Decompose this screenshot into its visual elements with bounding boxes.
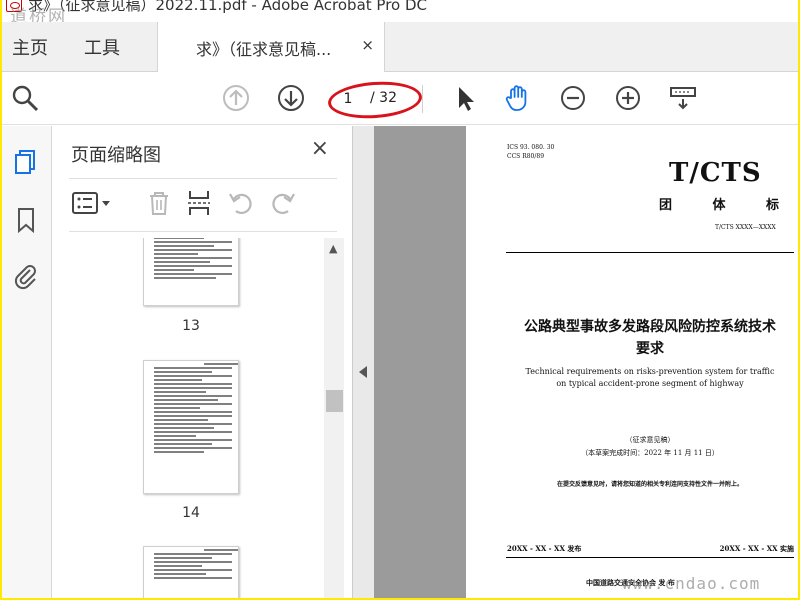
panel-divider-top bbox=[69, 178, 337, 179]
thumbnail-page-14[interactable] bbox=[143, 360, 239, 494]
thumbnail-page-number: 13 bbox=[182, 318, 200, 334]
acrobat-window: 求》（征求意见稿）2022.11.pdf - Adobe Acrobat Pro… bbox=[2, 0, 798, 598]
page-thumbnails-icon[interactable] bbox=[12, 148, 40, 176]
document-tab-label: 求》（征求意见稿... bbox=[196, 40, 332, 59]
watermark-url: www.cndao.com bbox=[622, 574, 761, 593]
hand-icon[interactable] bbox=[503, 83, 533, 113]
standard-type: 团 体 标 准 bbox=[659, 198, 798, 213]
title-bar: 求》（征求意见稿）2022.11.pdf - Adobe Acrobat Pro… bbox=[2, 0, 798, 22]
document-title-cn: 公路典型事故多发路段风险防控系统技术 要求 bbox=[524, 319, 776, 357]
prev-page-icon[interactable] bbox=[221, 83, 251, 113]
tab-bar: 主页 工具 求》（征求意见稿... × bbox=[2, 22, 798, 72]
scroll-up-arrow-icon[interactable]: ▲ bbox=[329, 242, 337, 255]
publish-date: 20XX - XX - XX 发布 bbox=[507, 544, 582, 553]
close-tab-button[interactable]: × bbox=[361, 36, 374, 54]
tab-tools[interactable]: 工具 bbox=[84, 34, 120, 60]
bookmark-icon[interactable] bbox=[12, 206, 40, 234]
patent-notice: 在提交反馈意见时，请将您知道的相关专利连同支持性文件一并附上。 bbox=[556, 481, 743, 488]
next-page-icon[interactable] bbox=[276, 83, 306, 113]
rotate-right-icon[interactable] bbox=[269, 188, 297, 218]
implement-date: 20XX - XX - XX 实施 bbox=[719, 544, 794, 553]
draft-status: （征求意见稿） （本草案完成时间：2022 年 11 月 11 日） bbox=[581, 436, 719, 457]
thumbnail-page-number: 14 bbox=[182, 505, 200, 521]
thumbnail-page-15[interactable] bbox=[143, 546, 239, 598]
tab-home[interactable]: 主页 bbox=[12, 34, 48, 60]
attachment-icon[interactable] bbox=[12, 262, 40, 290]
standard-number: T/CTS XXXX—XXXX bbox=[715, 224, 776, 231]
ics-code: ICS 93. 080. 30 CCS R80/89 bbox=[507, 144, 555, 160]
zoom-out-icon[interactable] bbox=[558, 83, 588, 113]
panel-title: 页面缩略图 bbox=[71, 145, 161, 166]
delete-icon[interactable] bbox=[145, 188, 173, 218]
panel-splitter[interactable] bbox=[352, 126, 374, 598]
thumbnail-scrollbar[interactable]: ▲ bbox=[324, 238, 344, 598]
footer-rule bbox=[506, 557, 794, 558]
page-thumbnails-panel: 页面缩略图 × 13 14 bbox=[53, 126, 351, 598]
close-panel-button[interactable]: × bbox=[311, 136, 329, 161]
standard-code: T/CTS bbox=[669, 158, 762, 188]
collapse-panel-arrow-icon[interactable] bbox=[359, 366, 367, 378]
thumbnail-list: 13 14 bbox=[53, 238, 331, 598]
rotate-left-icon[interactable] bbox=[227, 188, 255, 218]
options-menu-icon[interactable] bbox=[71, 188, 115, 218]
zoom-search-icon[interactable] bbox=[10, 83, 40, 113]
panel-divider-toolbar bbox=[69, 231, 337, 232]
window-title: 求》（征求意见稿）2022.11.pdf - Adobe Acrobat Pro… bbox=[28, 0, 427, 14]
document-title-en: Technical requirements on risks-preventi… bbox=[525, 367, 775, 388]
thumbnail-page-13[interactable] bbox=[143, 238, 239, 306]
document-page: ICS 93. 080. 30 CCS R80/89 T/CTS 团 体 标 准… bbox=[466, 126, 798, 598]
insert-page-icon[interactable] bbox=[185, 188, 213, 218]
tab-document[interactable]: 求》（征求意见稿... × bbox=[157, 22, 385, 72]
scrollbar-thumb[interactable] bbox=[326, 390, 343, 412]
toolbar-divider bbox=[422, 85, 423, 113]
select-arrow-icon[interactable] bbox=[450, 83, 480, 113]
read-mode-icon[interactable] bbox=[668, 83, 698, 113]
navigation-rail bbox=[2, 126, 52, 598]
zoom-in-icon[interactable] bbox=[613, 83, 643, 113]
toolbar: / 32 bbox=[2, 73, 798, 125]
header-rule bbox=[506, 252, 794, 253]
